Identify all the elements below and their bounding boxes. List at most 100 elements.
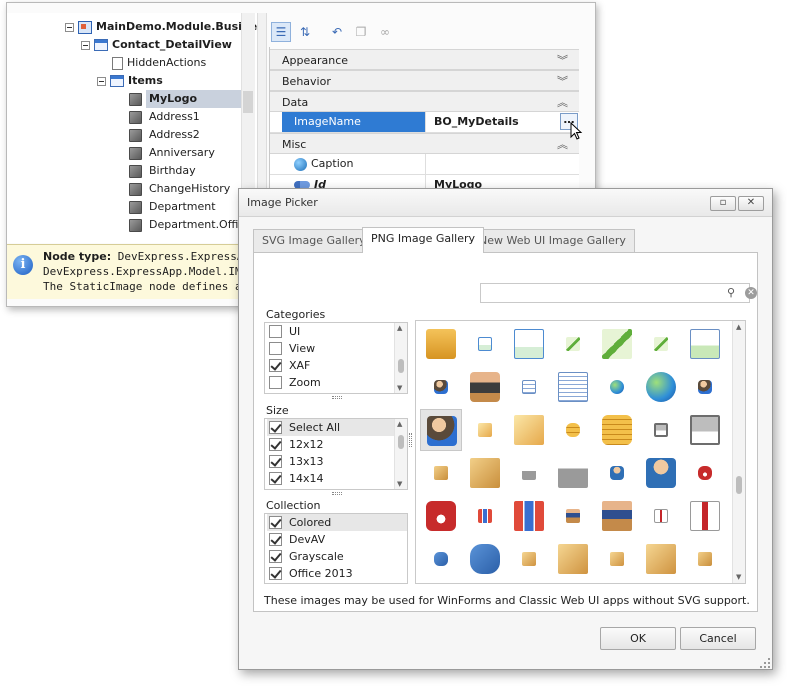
category-behavior[interactable]: Behavior ︾ <box>270 70 579 91</box>
gallery-item[interactable] <box>464 452 506 494</box>
gallery-item[interactable] <box>684 495 726 537</box>
gallery-item[interactable] <box>684 366 726 408</box>
scroll-up-icon[interactable]: ▲ <box>736 323 741 331</box>
gallery-item[interactable] <box>508 452 550 494</box>
gallery-item[interactable] <box>508 495 550 537</box>
checkbox[interactable] <box>269 421 282 434</box>
collapse-icon[interactable]: ︽ <box>557 134 568 155</box>
gallery-item[interactable] <box>508 323 550 365</box>
tree-scroll-thumb[interactable] <box>243 91 253 113</box>
scroll-thumb[interactable] <box>398 435 404 449</box>
cancel-button[interactable]: Cancel <box>680 627 756 650</box>
gallery-item[interactable] <box>596 409 638 451</box>
tree-node-module[interactable]: MainDemo.Module.Business <box>65 18 257 36</box>
search-box[interactable]: ⚲ ✕ <box>480 283 757 303</box>
tree-node-birthday[interactable]: Birthday <box>129 162 199 180</box>
categorized-icon[interactable]: ☰ <box>271 22 291 42</box>
gallery-item[interactable] <box>596 538 638 580</box>
collapse-icon[interactable] <box>65 22 74 32</box>
resize-grip-icon[interactable] <box>759 657 771 669</box>
tree-node-department-office[interactable]: Department.Office <box>129 216 254 234</box>
tree-node-change-history[interactable]: ChangeHistory <box>129 180 233 198</box>
category-item-xaf[interactable]: XAF <box>267 357 394 374</box>
gallery-item[interactable] <box>508 538 550 580</box>
scroll-up-icon[interactable]: ▲ <box>397 420 402 428</box>
size-scrollbar[interactable]: ▲ ▼ <box>394 419 407 489</box>
gallery-item[interactable] <box>508 409 550 451</box>
gallery-item[interactable] <box>552 495 594 537</box>
clear-search-icon[interactable]: ✕ <box>745 287 757 299</box>
category-item-view[interactable]: View <box>267 340 394 357</box>
gallery-item[interactable] <box>420 323 462 365</box>
checkbox[interactable] <box>269 516 282 529</box>
gallery-item[interactable] <box>684 452 726 494</box>
copy-icon[interactable]: ❐ <box>351 22 371 42</box>
collection-item-colored[interactable]: Colored <box>267 514 407 531</box>
gallery-item[interactable] <box>640 538 682 580</box>
splitter-grip-icon[interactable] <box>409 433 412 447</box>
tab-svg-gallery[interactable]: SVG Image Gallery <box>253 229 375 252</box>
collection-item-office2013[interactable]: Office 2013 <box>267 565 407 582</box>
ok-button[interactable]: OK <box>600 627 676 650</box>
scroll-down-icon[interactable]: ▼ <box>736 573 741 581</box>
tab-web-ui-gallery[interactable]: New Web UI Image Gallery <box>470 229 635 252</box>
checkbox[interactable] <box>269 359 282 372</box>
gallery-item[interactable] <box>464 366 506 408</box>
tree-node-address1[interactable]: Address1 <box>129 108 203 126</box>
gallery-item[interactable] <box>420 538 462 580</box>
gallery-item[interactable] <box>464 409 506 451</box>
checkbox[interactable] <box>269 325 282 338</box>
gallery-item[interactable] <box>464 323 506 365</box>
property-row-caption[interactable]: Caption <box>270 154 579 175</box>
tree-node-department[interactable]: Department <box>129 198 219 216</box>
checkbox[interactable] <box>269 472 282 485</box>
link-icon[interactable]: ∞ <box>375 22 395 42</box>
gallery-item[interactable] <box>420 452 462 494</box>
category-item-ui[interactable]: UI <box>267 323 394 340</box>
gallery-item[interactable] <box>420 495 462 537</box>
gallery-item[interactable] <box>552 409 594 451</box>
collapse-icon[interactable] <box>81 40 90 50</box>
checkbox[interactable] <box>269 455 282 468</box>
scroll-up-icon[interactable]: ▲ <box>397 324 402 332</box>
gallery-item[interactable] <box>552 323 594 365</box>
gallery-item[interactable] <box>508 366 550 408</box>
gallery-scroll-thumb[interactable] <box>736 476 742 494</box>
collapse-icon[interactable] <box>97 76 106 86</box>
resize-grip-icon[interactable] <box>332 396 342 399</box>
gallery-item[interactable] <box>640 409 682 451</box>
collapse-icon[interactable]: ︽ <box>557 92 568 113</box>
tree-node-address2[interactable]: Address2 <box>129 126 203 144</box>
collection-item-devav[interactable]: DevAV <box>267 531 407 548</box>
size-item-14[interactable]: 14x14 <box>267 470 394 487</box>
property-value[interactable]: BO_MyDetails … <box>430 112 579 132</box>
expand-icon[interactable]: ︾ <box>557 71 568 92</box>
size-item-select-all[interactable]: Select All <box>267 419 394 436</box>
checkbox[interactable] <box>269 533 282 546</box>
gallery-item[interactable] <box>596 495 638 537</box>
property-value[interactable] <box>430 154 579 174</box>
checkbox[interactable] <box>269 567 282 580</box>
tree-node-anniversary[interactable]: Anniversary <box>129 144 218 162</box>
gallery-item[interactable] <box>640 366 682 408</box>
category-appearance[interactable]: Appearance ︾ <box>270 49 579 70</box>
gallery-item[interactable] <box>684 538 726 580</box>
dialog-title-bar[interactable]: Image Picker ▫ ✕ <box>239 189 772 217</box>
undo-icon[interactable]: ↶ <box>327 22 347 42</box>
checkbox[interactable] <box>269 376 282 389</box>
tree-node-items[interactable]: Items <box>97 72 163 90</box>
gallery-item[interactable] <box>640 323 682 365</box>
gallery-item[interactable] <box>684 409 726 451</box>
gallery-item[interactable] <box>552 452 594 494</box>
gallery-item[interactable] <box>596 323 638 365</box>
gallery-scrollbar[interactable]: ▲ ▼ <box>732 321 745 583</box>
gallery-item[interactable] <box>552 366 594 408</box>
tree-node-hidden-actions[interactable]: HiddenActions <box>112 54 206 72</box>
size-item-12[interactable]: 12x12 <box>267 436 394 453</box>
collection-item-grayscale[interactable]: Grayscale <box>267 548 407 565</box>
resize-grip-icon[interactable] <box>332 492 342 495</box>
scroll-down-icon[interactable]: ▼ <box>397 384 402 392</box>
scroll-down-icon[interactable]: ▼ <box>397 480 402 488</box>
property-row-image-name[interactable]: ImageName BO_MyDetails … <box>270 112 579 133</box>
checkbox[interactable] <box>269 438 282 451</box>
